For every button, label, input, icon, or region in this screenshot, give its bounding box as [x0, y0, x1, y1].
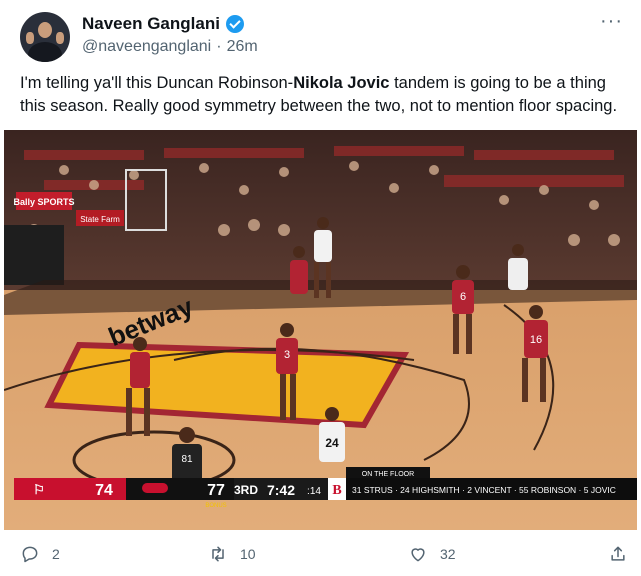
tweet-actions-bar: 2 10 32	[0, 538, 641, 574]
away-score: 74	[95, 482, 113, 499]
stanchion-pad	[4, 225, 64, 285]
home-score: 77	[207, 482, 225, 499]
game-clock: 7:42	[267, 482, 295, 498]
avatar[interactable]	[20, 12, 70, 62]
basketball-court-scene: Bally SPORTS State Farm betway 3 6 16 24…	[4, 130, 637, 530]
tweet-text-part-1: I'm telling ya'll this Duncan Robinson-	[20, 74, 294, 92]
author-name-line: Naveen Ganglani	[82, 14, 244, 34]
reply-action[interactable]: 2	[20, 544, 60, 564]
period-label: 3RD	[234, 483, 258, 497]
tweet-text: I'm telling ya'll this Duncan Robinson-N…	[20, 72, 625, 118]
heart-icon	[411, 548, 425, 562]
author-handle[interactable]: @naveenganglani	[82, 38, 211, 56]
tweet-timestamp[interactable]: 26m	[227, 38, 258, 56]
on-the-floor-label: ON THE FLOOR	[362, 471, 414, 478]
jersey-number-6: 6	[460, 291, 466, 303]
tweet-text-bold: Nikola Jovic	[293, 74, 390, 92]
ad-bally-text: Bally SPORTS	[13, 197, 74, 207]
away-team-logo-icon: ⚐	[33, 482, 45, 497]
share-icon	[611, 546, 625, 561]
retweet-action[interactable]: 10	[208, 544, 256, 564]
jersey-number-24: 24	[325, 436, 339, 450]
shot-clock: :14	[307, 486, 321, 497]
jersey-number-3: 3	[284, 349, 290, 361]
tweet-card: Naveen Ganglani @naveenganglani · 26m ··…	[0, 0, 641, 576]
verified-badge-icon	[225, 15, 244, 33]
tweet-media-image[interactable]: Bally SPORTS State Farm betway 3 6 16 24…	[4, 130, 637, 530]
like-count: 32	[440, 546, 456, 562]
referee-number: 81	[181, 454, 193, 465]
bonus-indicator: BONUS	[205, 503, 226, 509]
reply-count: 2	[52, 546, 60, 562]
svg-text:B: B	[332, 483, 341, 498]
meta-separator: ·	[216, 38, 222, 55]
author-display-name[interactable]: Naveen Ganglani	[82, 14, 220, 34]
tweet-header: Naveen Ganglani @naveenganglani · 26m ··…	[0, 0, 641, 70]
share-action[interactable]	[608, 544, 628, 564]
lineup-text: 31 STRUS · 24 HIGHSMITH · 2 VINCENT · 55…	[352, 485, 616, 495]
ad-statefarm-text: State Farm	[80, 215, 120, 224]
reply-icon	[22, 546, 38, 563]
author-meta-line: @naveenganglani · 26m	[82, 38, 258, 56]
jersey-number-16: 16	[530, 334, 542, 346]
retweet-icon	[212, 546, 224, 562]
home-team-logo-icon	[142, 483, 168, 493]
like-action[interactable]: 32	[408, 544, 456, 564]
retweet-count: 10	[240, 546, 256, 562]
more-options-icon[interactable]: ···	[600, 11, 623, 31]
